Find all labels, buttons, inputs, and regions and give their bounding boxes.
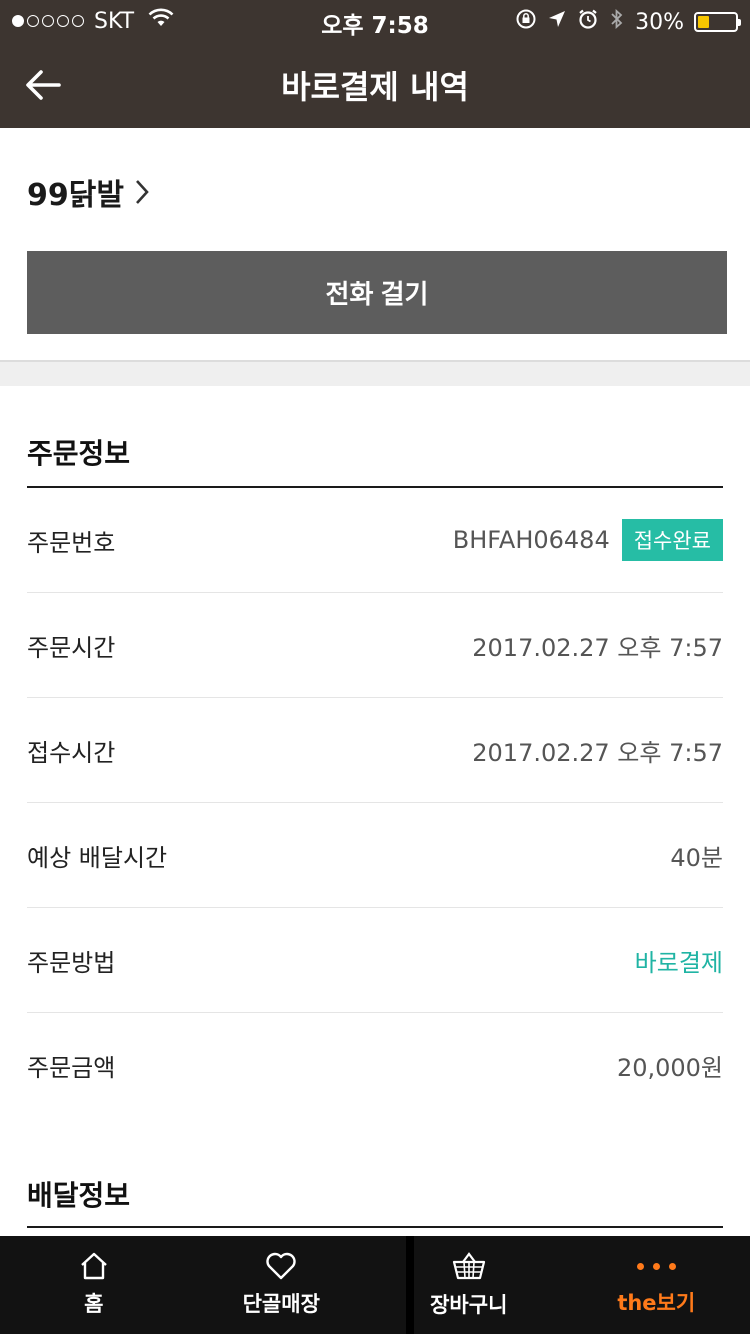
- app-header: 바로결제 내역: [0, 40, 750, 128]
- delivery-info-title: 배달정보: [27, 1179, 131, 1212]
- accept-time-row: 접수시간 2017.02.27 오후 7:57: [27, 698, 723, 803]
- store-name: 99닭발: [27, 178, 124, 213]
- home-icon: [80, 1252, 107, 1280]
- tab-home[interactable]: 홈: [0, 1236, 188, 1334]
- order-number-row: 주문번호 BHFAH06484 접수완료: [27, 488, 723, 593]
- tab-label: 홈: [84, 1292, 104, 1316]
- status-badge: 접수완료: [621, 519, 723, 561]
- battery-icon: [694, 12, 741, 32]
- more-dots-icon: [636, 1253, 676, 1279]
- row-label: 예상 배달시간: [27, 843, 168, 872]
- heart-icon: [266, 1252, 296, 1280]
- bluetooth-icon: [609, 7, 625, 37]
- row-value: 바로결제: [634, 948, 723, 977]
- tab-bar-separator: [406, 1236, 414, 1334]
- basket-icon: [452, 1252, 485, 1280]
- row-label: 주문번호: [27, 528, 116, 557]
- row-label: 접수시간: [27, 738, 116, 767]
- row-value: 20,000원: [616, 1054, 723, 1082]
- tab-favorites[interactable]: 단골매장: [188, 1236, 376, 1334]
- tab-more[interactable]: the보기: [563, 1236, 750, 1334]
- chevron-right-icon: [135, 180, 149, 204]
- order-time-row: 주문시간 2017.02.27 오후 7:57: [27, 593, 723, 698]
- status-right: 30%: [515, 7, 741, 37]
- location-arrow-icon: [547, 9, 567, 35]
- order-amount-row: 주문금액 20,000원: [27, 1013, 723, 1118]
- order-info-title: 주문정보: [27, 437, 131, 470]
- store-link[interactable]: 99닭발: [27, 170, 150, 214]
- row-label: 주문금액: [27, 1054, 116, 1082]
- tab-label: 단골매장: [242, 1292, 320, 1316]
- section-divider: [0, 362, 750, 386]
- delivery-info-rule: [27, 1226, 723, 1228]
- tab-label: the보기: [617, 1291, 696, 1315]
- row-value: BHFAH06484 접수완료: [453, 519, 723, 561]
- store-section: 99닭발 전화 걸기: [0, 128, 750, 362]
- battery-percentage: 30%: [635, 9, 684, 35]
- status-bar: SKT 오후 7:58 30%: [0, 0, 750, 40]
- eta-row: 예상 배달시간 40분: [27, 803, 723, 908]
- bottom-tab-bar: 홈 단골매장 장바구니 the보기: [0, 1236, 750, 1334]
- page-title: 바로결제 내역: [281, 68, 469, 106]
- top-bar: SKT 오후 7:58 30% 바로결제 내역: [0, 0, 750, 128]
- row-value: 2017.02.27 오후 7:57: [472, 633, 723, 662]
- rotation-lock-icon: [515, 8, 537, 36]
- row-value: 2017.02.27 오후 7:57: [472, 738, 723, 767]
- alarm-icon: [577, 8, 599, 36]
- order-info-list: 주문번호 BHFAH06484 접수완료 주문시간 2017.02.27 오후 …: [27, 488, 723, 1118]
- row-value: 40분: [670, 843, 723, 872]
- order-number: BHFAH06484: [452, 526, 610, 554]
- tab-label: 장바구니: [430, 1293, 508, 1317]
- tab-cart[interactable]: 장바구니: [375, 1236, 563, 1334]
- row-label: 주문방법: [27, 948, 116, 977]
- call-button[interactable]: 전화 걸기: [27, 251, 727, 334]
- row-label: 주문시간: [27, 633, 116, 662]
- payment-method-row: 주문방법 바로결제: [27, 908, 723, 1013]
